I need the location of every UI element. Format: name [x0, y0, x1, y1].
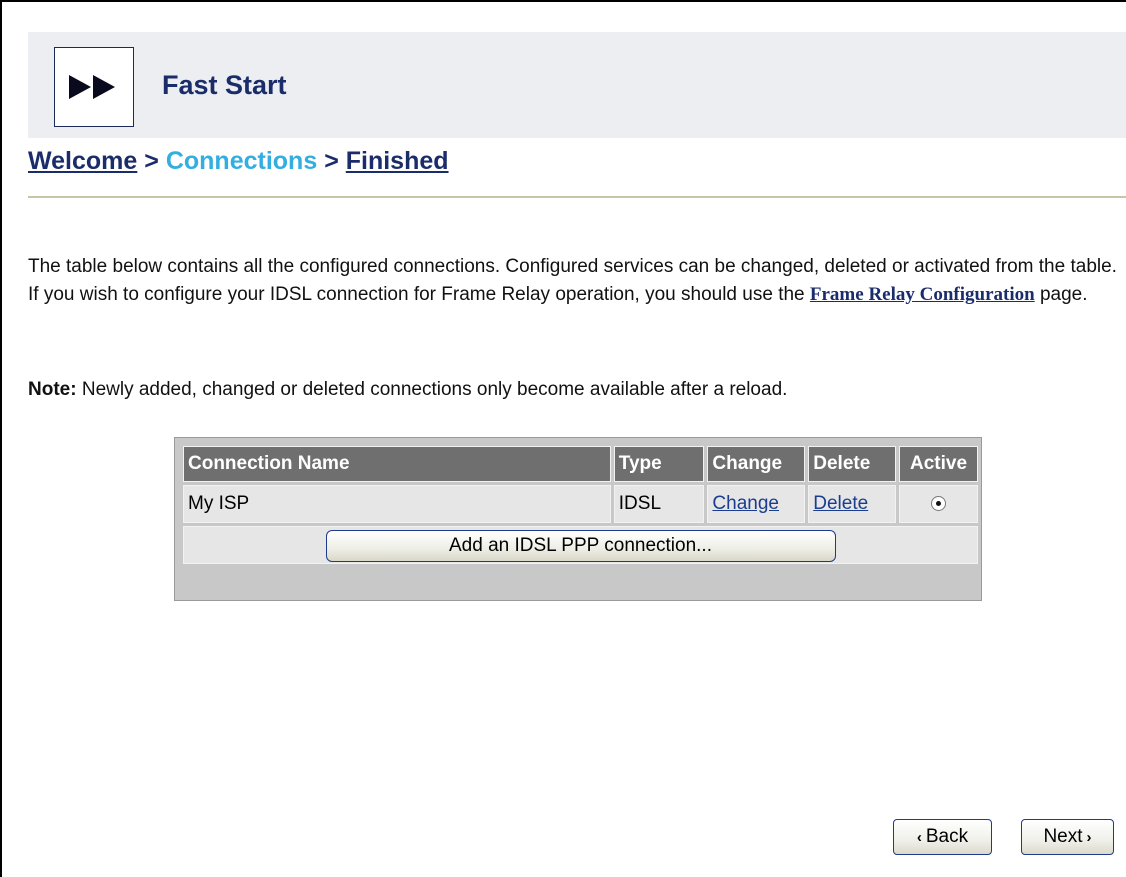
table-row: My ISP IDSL Change Delete — [183, 485, 978, 523]
next-button[interactable]: Next › — [1021, 819, 1114, 855]
add-connection-cell: Add an IDSL PPP connection... — [183, 526, 978, 564]
chevron-left-icon: ‹ — [916, 828, 922, 846]
window-border-left — [0, 0, 2, 877]
next-button-label: Next — [1043, 826, 1083, 847]
breadcrumb: Welcome > Connections > Finished — [28, 147, 449, 176]
cell-active — [899, 485, 978, 523]
cell-type: IDSL — [613, 485, 705, 523]
note-body: Newly added, changed or deleted connecti… — [76, 379, 788, 400]
header-delete: Delete — [808, 446, 897, 482]
cell-connection-name: My ISP — [183, 485, 611, 523]
connections-table-panel: Connection Name Type Change Delete Activ… — [174, 437, 982, 601]
connections-table: Connection Name Type Change Delete Activ… — [180, 443, 981, 567]
change-link[interactable]: Change — [712, 493, 779, 514]
divider — [28, 196, 1126, 198]
window-border-top — [0, 0, 1126, 2]
header-change: Change — [707, 446, 806, 482]
add-idsl-ppp-connection-button[interactable]: Add an IDSL PPP connection... — [325, 530, 836, 562]
table-header-row: Connection Name Type Change Delete Activ… — [183, 446, 978, 482]
delete-link[interactable]: Delete — [813, 493, 868, 514]
active-radio[interactable] — [931, 496, 947, 512]
back-button-label: Back — [925, 826, 969, 847]
note-text: Note: Newly added, changed or deleted co… — [28, 376, 1118, 404]
header-connection-name: Connection Name — [183, 446, 611, 482]
cell-change: Change — [707, 485, 806, 523]
breadcrumb-finished[interactable]: Finished — [346, 147, 449, 175]
chevron-right-icon: › — [1086, 828, 1092, 846]
frame-relay-configuration-link[interactable]: Frame Relay Configuration — [810, 284, 1035, 305]
back-button[interactable]: ‹ Back — [893, 819, 992, 855]
note-label: Note: — [28, 379, 77, 400]
cell-delete: Delete — [808, 485, 897, 523]
header-type: Type — [613, 446, 705, 482]
breadcrumb-connections: Connections — [165, 147, 318, 175]
add-connection-row: Add an IDSL PPP connection... — [183, 526, 978, 564]
breadcrumb-separator: > — [324, 147, 339, 175]
fast-forward-icon — [54, 47, 134, 127]
page-title: Fast Start — [162, 70, 287, 100]
header-active: Active — [899, 446, 978, 482]
intro-text-after: page. — [1034, 284, 1088, 305]
intro-text: The table below contains all the configu… — [28, 253, 1118, 309]
breadcrumb-separator: > — [144, 147, 159, 175]
breadcrumb-welcome[interactable]: Welcome — [28, 147, 137, 175]
